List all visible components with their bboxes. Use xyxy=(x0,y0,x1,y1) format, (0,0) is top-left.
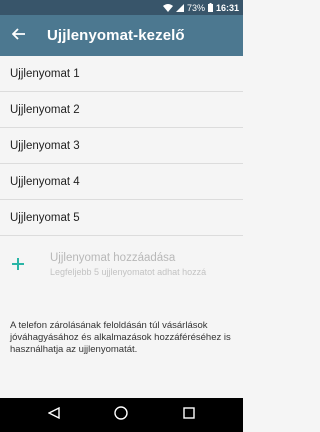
back-triangle-icon xyxy=(47,406,60,424)
fingerprint-item-4[interactable]: Ujjlenyomat 4 xyxy=(0,164,243,200)
plus-icon xyxy=(0,258,36,270)
info-text: A telefon zárolásának feloldásán túl vás… xyxy=(10,320,231,355)
fingerprint-label: Ujjlenyomat 3 xyxy=(10,139,80,152)
nav-home-button[interactable] xyxy=(106,400,136,430)
app-bar: Ujjlenyomat-kezelő xyxy=(0,15,243,56)
battery-percent: 73% xyxy=(186,2,205,13)
home-circle-icon xyxy=(114,405,129,425)
arrow-left-icon xyxy=(11,27,26,45)
fingerprint-item-3[interactable]: Ujjlenyomat 3 xyxy=(0,128,243,164)
fingerprint-item-5[interactable]: Ujjlenyomat 5 xyxy=(0,200,243,236)
add-fingerprint-item: Ujjlenyomat hozzáadása Legfeljebb 5 ujjl… xyxy=(0,239,243,289)
fingerprint-item-2[interactable]: Ujjlenyomat 2 xyxy=(0,92,243,128)
nav-recents-button[interactable] xyxy=(174,400,204,430)
fingerprint-label: Ujjlenyomat 1 xyxy=(10,67,80,80)
recents-square-icon xyxy=(183,406,195,424)
signal-icon xyxy=(175,3,184,12)
page-title: Ujjlenyomat-kezelő xyxy=(47,27,185,44)
fingerprint-list: Ujjlenyomat 1 Ujjlenyomat 2 Ujjlenyomat … xyxy=(0,56,243,236)
battery-icon xyxy=(207,3,213,12)
add-fingerprint-title: Ujjlenyomat hozzáadása xyxy=(50,251,176,264)
clock: 16:31 xyxy=(215,2,239,13)
nav-back-button[interactable] xyxy=(39,400,69,430)
fingerprint-label: Ujjlenyomat 5 xyxy=(10,211,80,224)
fingerprint-label: Ujjlenyomat 2 xyxy=(10,103,80,116)
fingerprint-item-1[interactable]: Ujjlenyomat 1 xyxy=(0,56,243,92)
status-bar: 73% 16:31 xyxy=(0,0,243,15)
fingerprint-label: Ujjlenyomat 4 xyxy=(10,175,80,188)
back-button[interactable] xyxy=(0,15,38,56)
wifi-icon xyxy=(162,3,173,12)
navigation-bar xyxy=(0,398,243,432)
add-fingerprint-subtitle: Legfeljebb 5 ujjlenyomatot adhat hozzá xyxy=(50,266,207,277)
